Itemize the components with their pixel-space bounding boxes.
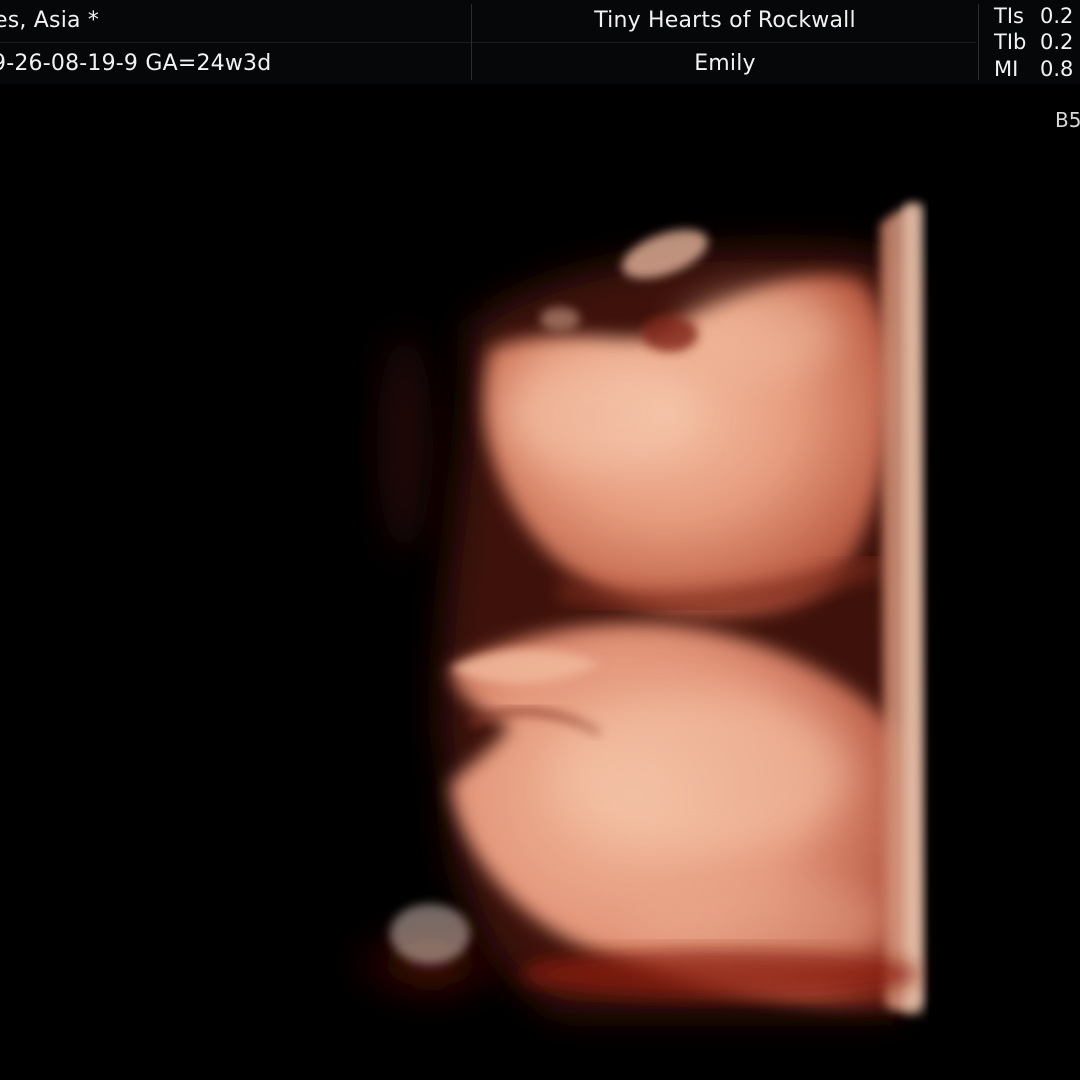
- patient-name: es, Asia *: [0, 8, 100, 33]
- metric-label: TIs: [994, 4, 1024, 28]
- metric-value: 0.8: [1040, 57, 1074, 81]
- fetal-render-image: [340, 204, 923, 1014]
- metric-tib: TIb 0.2: [994, 30, 1073, 54]
- metric-tis: TIs 0.2: [994, 4, 1073, 28]
- metric-value: 0.2: [1040, 4, 1074, 28]
- metric-value: 0.2: [1040, 30, 1074, 54]
- metric-mi: MI 0.8: [994, 57, 1073, 81]
- ultrasound-3d-render: [0, 84, 1080, 1080]
- header-column-divider: [978, 4, 979, 80]
- header-row-divider: [0, 42, 976, 43]
- metric-label: MI: [994, 57, 1019, 81]
- metric-label: TIb: [994, 30, 1027, 54]
- operator-name: Emily: [694, 51, 756, 76]
- header-column-divider: [471, 4, 472, 80]
- clinic-name: Tiny Hearts of Rockwall: [594, 8, 856, 33]
- patient-id-gestational-age: 9-26-08-19-9 GA=24w3d: [0, 51, 272, 76]
- ultrasound-header: es, Asia * 9-26-08-19-9 GA=24w3d Tiny He…: [0, 0, 1080, 84]
